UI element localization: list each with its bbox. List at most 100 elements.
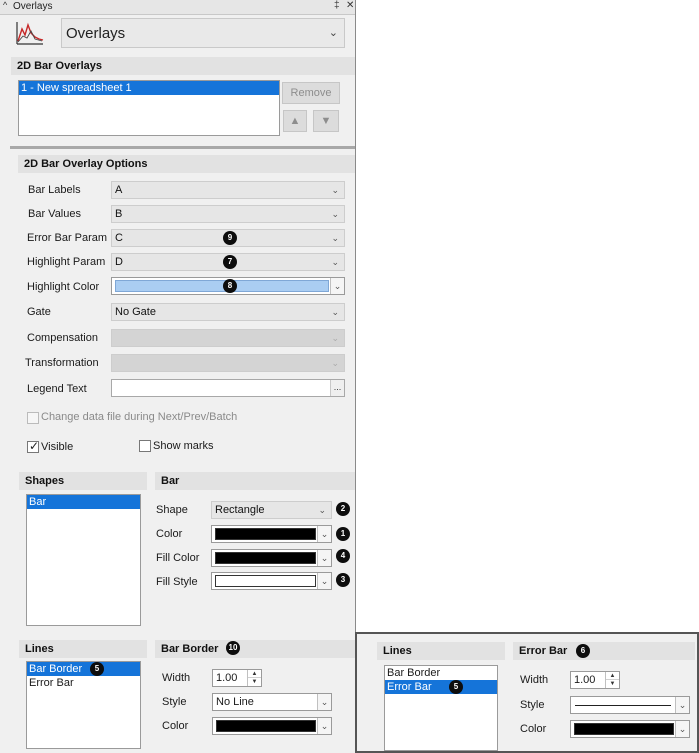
callout-badge: 5 [90,662,104,676]
highlight-param-label: Highlight Param [27,256,106,268]
width-stepper[interactable]: 1.00 ▲ ▼ [212,669,262,687]
remove-button[interactable]: Remove [282,82,340,104]
shapes-list[interactable]: Bar [26,494,141,626]
lines-list[interactable]: Bar Border Error Bar [26,661,141,749]
bar-values-select[interactable]: B ⌄ [111,205,345,223]
spin-up-icon[interactable]: ▲ [606,672,619,680]
solid-line-swatch [575,705,671,706]
legend-text-label: Legend Text [27,383,87,395]
shape-value: Rectangle [215,504,265,516]
fill-color-label: Fill Color [156,552,200,564]
change-data-file-checkbox[interactable] [27,412,39,424]
close-icon[interactable]: ✕ [346,0,354,11]
visible-label: Visible [41,441,74,453]
shape-label: Shape [156,504,188,516]
chevron-down-icon[interactable]: ⌄ [330,278,344,294]
collapse-icon[interactable]: ^ [3,0,7,10]
width-value: 1.00 [574,674,596,686]
chevron-down-icon[interactable]: ⌄ [317,526,331,542]
chevron-down-icon[interactable]: ⌄ [317,694,331,710]
section-divider [10,146,355,149]
lines-header: Lines [19,640,147,658]
inset-lines-list[interactable]: Bar Border Error Bar [384,665,498,751]
error-bar-param-value: C [115,232,123,244]
callout-badge: 3 [336,573,350,587]
checkmark-icon: ✓ [29,439,40,453]
spin-down-icon[interactable]: ▼ [248,678,261,686]
color-label: Color [520,723,547,735]
width-value: 1.00 [216,672,238,684]
chevron-down-icon[interactable]: ⌄ [317,573,331,589]
move-down-button[interactable]: ▼ [313,110,339,132]
list-item[interactable]: Error Bar [27,676,140,690]
list-item[interactable]: 1 - New spreadsheet 1 [19,81,279,95]
gate-select[interactable]: No Gate ⌄ [111,303,345,321]
bar-header: Bar [155,472,355,490]
list-item[interactable]: Bar Border [385,666,497,680]
overlays-list[interactable]: 1 - New spreadsheet 1 [18,80,280,136]
fill-color-picker[interactable]: ⌄ [211,549,332,567]
chevron-down-icon[interactable]: ⌄ [675,697,689,713]
width-stepper[interactable]: 1.00 ▲ ▼ [570,671,620,689]
highlight-param-value: D [115,256,123,268]
overlays-panel: ^ Overlays ‡ ✕ Overlays ⌄ 2D Bar Overlay… [0,0,356,753]
change-data-file-label: Change data file during Next/Prev/Batch [41,411,238,423]
list-item[interactable]: Bar [27,495,140,509]
gate-value: No Gate [115,306,156,318]
compensation-select[interactable]: ⌄ [111,329,345,347]
color-swatch [215,552,316,564]
fill-style-label: Fill Style [156,576,198,588]
style-select[interactable]: No Line ⌄ [212,693,332,711]
stepper-buttons: ▲ ▼ [247,670,261,686]
pin-icon[interactable]: ‡ [334,0,340,11]
bar-overlays-header: 2D Bar Overlays [11,57,355,75]
chevron-down-icon: ⌄ [331,257,339,267]
bar-labels-select[interactable]: A ⌄ [111,181,345,199]
style-label: Style [162,696,187,708]
spin-up-icon[interactable]: ▲ [248,670,261,678]
callout-badge: 10 [226,641,240,655]
callout-badge: 8 [223,279,237,293]
chevron-down-icon[interactable]: ⌄ [317,550,331,566]
callout-badge: 1 [336,527,350,541]
list-item[interactable]: Bar Border [27,662,140,676]
transformation-select[interactable]: ⌄ [111,354,345,372]
callout-badge: 2 [336,502,350,516]
arrow-down-icon: ▼ [320,115,332,127]
bar-values-label: Bar Values [28,208,81,220]
move-up-button[interactable]: ▲ [283,110,307,132]
show-marks-checkbox[interactable] [139,440,151,452]
inset-lines-header: Lines [377,642,505,660]
panel-title: Overlays [13,1,53,12]
callout-badge: 6 [576,644,590,658]
panel-title-bar: ^ Overlays ‡ ✕ [0,0,355,15]
inset-lines-title: Lines [383,645,412,657]
overlay-options-header: 2D Bar Overlay Options [18,155,355,173]
more-icon[interactable]: ... [330,380,344,396]
visible-checkbox[interactable]: ✓ [27,439,40,453]
callout-badge: 9 [223,231,237,245]
color-swatch [115,280,329,292]
error-bar-color-picker[interactable]: ⌄ [570,720,690,738]
chevron-down-icon: ⌄ [331,233,339,243]
bar-title: Bar [161,475,180,487]
overlay-type-header: Overlays ⌄ [12,17,355,51]
list-item[interactable]: Error Bar [385,680,497,694]
bar-overlays-title: 2D Bar Overlays [17,60,102,72]
show-marks-label: Show marks [153,440,214,452]
legend-text-input[interactable]: ... [111,379,345,397]
chevron-down-icon: ⌄ [318,505,326,515]
spin-down-icon[interactable]: ▼ [606,680,619,688]
callout-badge: 4 [336,549,350,563]
overlay-type-select[interactable]: Overlays ⌄ [61,18,345,48]
fill-style-picker[interactable]: ⌄ [211,572,332,590]
bar-values-value: B [115,208,123,220]
chevron-down-icon: ⌄ [331,185,339,195]
chevron-down-icon[interactable]: ⌄ [675,721,689,737]
chevron-down-icon[interactable]: ⌄ [317,718,331,734]
shapes-header: Shapes [19,472,147,490]
shape-select[interactable]: Rectangle ⌄ [211,501,332,519]
style-select[interactable]: ⌄ [570,696,690,714]
bar-color-picker[interactable]: ⌄ [211,525,332,543]
border-color-picker[interactable]: ⌄ [212,717,332,735]
